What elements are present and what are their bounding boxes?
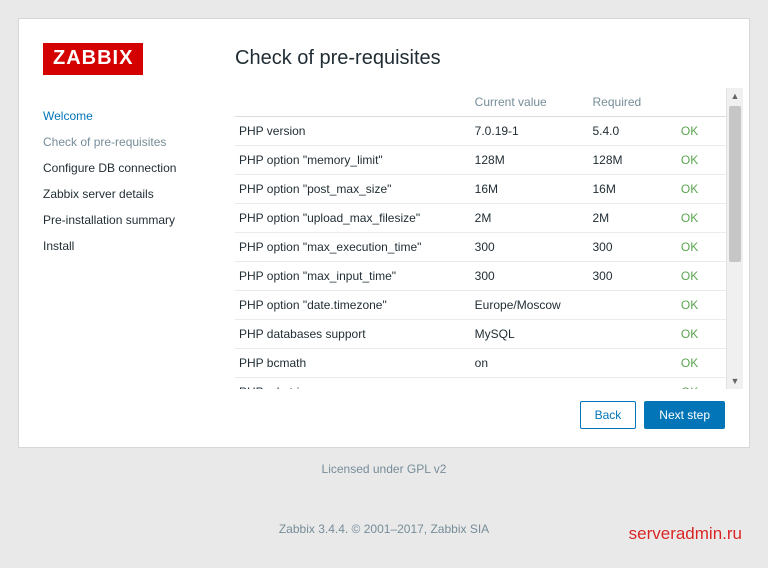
cell-name: PHP option "post_max_size" <box>235 175 471 204</box>
wizard-step[interactable]: Configure DB connection <box>43 155 215 181</box>
cell-name: PHP version <box>235 117 471 146</box>
cell-name: PHP option "upload_max_filesize" <box>235 204 471 233</box>
table-row: PHP databases supportMySQL OK <box>235 320 726 349</box>
license-text: Licensed under GPL v2 <box>18 462 750 476</box>
card-body: ZABBIX WelcomeCheck of pre-requisitesCon… <box>43 43 749 429</box>
cell-name: PHP bcmath <box>235 349 471 378</box>
scroll-track[interactable] <box>727 104 743 373</box>
table-header-row: Current value Required <box>235 88 726 117</box>
table-row: PHP option "memory_limit"128M128MOK <box>235 146 726 175</box>
next-step-button[interactable]: Next step <box>644 401 725 429</box>
scroll-thumb[interactable] <box>729 106 741 262</box>
cell-status: OK <box>677 349 726 378</box>
table-row: PHP option "max_execution_time"300300OK <box>235 233 726 262</box>
wizard-buttons: Back Next step <box>235 389 749 429</box>
cell-status: OK <box>677 117 726 146</box>
zabbix-logo: ZABBIX <box>43 43 143 75</box>
cell-status: OK <box>677 320 726 349</box>
table-row: PHP option "date.timezone"Europe/Moscow O… <box>235 291 726 320</box>
cell-status: OK <box>677 262 726 291</box>
cell-required: 128M <box>589 146 677 175</box>
left-column: ZABBIX WelcomeCheck of pre-requisitesCon… <box>43 43 215 429</box>
wizard-step[interactable]: Welcome <box>43 103 215 129</box>
cell-required: 2M <box>589 204 677 233</box>
requisites-table: Current value Required PHP version7.0.19… <box>235 88 726 389</box>
wizard-step[interactable]: Check of pre-requisites <box>43 129 215 155</box>
wizard-step[interactable]: Zabbix server details <box>43 181 215 207</box>
table-row: PHP bcmathon OK <box>235 349 726 378</box>
col-current: Current value <box>471 88 589 117</box>
cell-current: 16M <box>471 175 589 204</box>
col-status <box>677 88 726 117</box>
requisites-scroll-area: Current value Required PHP version7.0.19… <box>235 88 749 389</box>
cell-required <box>589 320 677 349</box>
cell-current: on <box>471 349 589 378</box>
cell-status: OK <box>677 175 726 204</box>
cell-status: OK <box>677 378 726 390</box>
cell-current: on <box>471 378 589 390</box>
cell-status: OK <box>677 291 726 320</box>
requisites-table-wrap: Current value Required PHP version7.0.19… <box>235 88 726 389</box>
scroll-down-icon[interactable]: ▼ <box>727 373 743 389</box>
table-row: PHP option "max_input_time"300300OK <box>235 262 726 291</box>
cell-current: 7.0.19-1 <box>471 117 589 146</box>
col-required: Required <box>589 88 677 117</box>
cell-name: PHP option "max_execution_time" <box>235 233 471 262</box>
watermark: serveradmin.ru <box>629 524 742 544</box>
wizard-steps: WelcomeCheck of pre-requisitesConfigure … <box>43 103 215 259</box>
cell-name: PHP databases support <box>235 320 471 349</box>
cell-required: 16M <box>589 175 677 204</box>
cell-name: PHP option "memory_limit" <box>235 146 471 175</box>
cell-current: 300 <box>471 262 589 291</box>
table-row: PHP version7.0.19-15.4.0OK <box>235 117 726 146</box>
cell-required: 300 <box>589 262 677 291</box>
cell-required: 300 <box>589 233 677 262</box>
page-title: Check of pre-requisites <box>235 47 749 70</box>
wizard-step[interactable]: Pre-installation summary <box>43 207 215 233</box>
table-row: PHP option "post_max_size"16M16MOK <box>235 175 726 204</box>
cell-current: 2M <box>471 204 589 233</box>
cell-current: 300 <box>471 233 589 262</box>
scroll-up-icon[interactable]: ▲ <box>727 88 743 104</box>
cell-name: PHP option "max_input_time" <box>235 262 471 291</box>
vertical-scrollbar[interactable]: ▲ ▼ <box>726 88 743 389</box>
setup-card: ZABBIX WelcomeCheck of pre-requisitesCon… <box>18 18 750 448</box>
cell-required <box>589 291 677 320</box>
cell-current: 128M <box>471 146 589 175</box>
wizard-step[interactable]: Install <box>43 233 215 259</box>
cell-current: MySQL <box>471 320 589 349</box>
back-button[interactable]: Back <box>580 401 637 429</box>
col-name <box>235 88 471 117</box>
table-row: PHP option "upload_max_filesize"2M2MOK <box>235 204 726 233</box>
cell-status: OK <box>677 204 726 233</box>
cell-required: 5.4.0 <box>589 117 677 146</box>
cell-required <box>589 349 677 378</box>
cell-status: OK <box>677 146 726 175</box>
table-row: PHP mbstringon OK <box>235 378 726 390</box>
cell-status: OK <box>677 233 726 262</box>
right-column: Check of pre-requisites Current value Re… <box>215 43 749 429</box>
cell-current: Europe/Moscow <box>471 291 589 320</box>
cell-name: PHP option "date.timezone" <box>235 291 471 320</box>
cell-required <box>589 378 677 390</box>
cell-name: PHP mbstring <box>235 378 471 390</box>
